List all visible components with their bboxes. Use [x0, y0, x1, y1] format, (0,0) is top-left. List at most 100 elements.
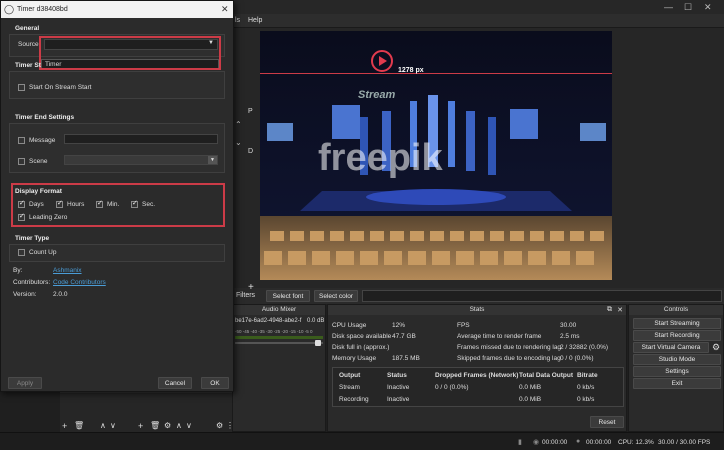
arrow-up-icon[interactable]: ∧: [176, 421, 182, 430]
timer-start-heading: Timer St: [15, 62, 41, 69]
minimize-icon[interactable]: —: [664, 2, 673, 12]
preview-canvas[interactable]: 1278 px Stream freepik: [260, 31, 612, 280]
stats-dock: Stats ⧉ ✕ CPU Usage 12% Disk space avail…: [327, 304, 627, 432]
ok-button[interactable]: OK: [201, 377, 229, 389]
highlight-box-source: [39, 36, 221, 70]
record-time: 00:00:00: [586, 439, 612, 446]
fps-value: 30.00: [560, 322, 577, 329]
close-icon[interactable]: ✕: [617, 306, 623, 314]
trash-icon[interactable]: 🗑: [74, 421, 84, 430]
reset-button[interactable]: Reset: [590, 416, 624, 428]
missed-value: 2 / 32882 (0.0%): [560, 344, 609, 351]
timer-end-group: [9, 123, 225, 173]
arrow-down-icon[interactable]: ∨: [110, 421, 116, 430]
disk-label: Disk space available: [332, 333, 392, 340]
scene-label: Scene: [29, 158, 48, 165]
chevron-down-icon[interactable]: ▼: [208, 156, 217, 164]
add-icon[interactable]: +: [62, 421, 67, 431]
select-color-button[interactable]: Select color: [314, 290, 358, 302]
arrow-down-icon[interactable]: ∨: [186, 421, 192, 430]
memory-value: 187.5 MB: [392, 355, 420, 362]
timer-dialog: Timer d38408bd ◯ ✕ General Source ▼ Time…: [0, 0, 234, 392]
author-link[interactable]: Ashmanix: [53, 267, 82, 274]
table-cell: Recording: [339, 396, 369, 403]
table-cell: Inactive: [387, 396, 410, 403]
scene-select[interactable]: ▼: [64, 155, 218, 165]
menu-bar: ls Help: [232, 14, 724, 28]
table-cell: 0.0 MiB: [519, 396, 542, 403]
volume-handle[interactable]: [315, 340, 321, 346]
add-icon[interactable]: +: [138, 421, 143, 431]
message-checkbox[interactable]: [18, 137, 25, 144]
menu-help[interactable]: Help: [248, 17, 262, 24]
count-up-checkbox[interactable]: [18, 249, 25, 256]
contributors-label: Contributors:: [13, 279, 51, 286]
audio-mixer-dock: Audio Mixer be17e-6ad2-4948-abe2-f 0.0 d…: [232, 304, 326, 432]
table-header: Output: [339, 372, 361, 379]
apply-button[interactable]: Apply: [8, 377, 42, 389]
table-cell: 0 kb/s: [577, 384, 595, 391]
table-cell: Inactive: [387, 384, 410, 391]
record-icon: ●: [576, 438, 581, 445]
close-icon[interactable]: ✕: [704, 2, 712, 13]
audio-source-name: be17e-6ad2-4948-abe2-f: [235, 318, 302, 324]
leading-zero-checkbox[interactable]: [18, 212, 25, 221]
hours-checkbox[interactable]: [56, 199, 63, 208]
trash-icon[interactable]: 🗑: [150, 421, 160, 430]
source-label: Source: [18, 41, 39, 48]
undock-icon[interactable]: ⧉: [607, 306, 612, 314]
cancel-button[interactable]: Cancel: [158, 377, 192, 389]
settings-button[interactable]: Settings: [633, 366, 721, 377]
status-bar: ▮ ◉ 00:00:00 ● 00:00:00 CPU: 12.3% 30.00…: [0, 432, 724, 450]
table-cell: 0 / 0 (0.0%): [435, 384, 469, 391]
filters-label[interactable]: Filters: [236, 292, 255, 299]
general-heading: General: [15, 25, 40, 32]
disk-full-label: Disk full in (approx.): [332, 344, 390, 351]
docks-lower: + 🗑 ∧ ∨ + 🗑 ⚙ ∧ ∨ ⚙ ⋮: [60, 392, 234, 432]
start-recording-button[interactable]: Start Recording: [633, 330, 721, 341]
maximize-icon[interactable]: ☐: [684, 2, 692, 13]
arrow-down-icon[interactable]: ⌄: [235, 138, 242, 147]
cpu-value: 12%: [392, 322, 406, 329]
table-header: Total Data Output: [519, 372, 574, 379]
timer-end-heading: Timer End Settings: [15, 114, 75, 121]
more-icon[interactable]: ⋮: [226, 421, 234, 430]
count-up-label: Count Up: [29, 249, 57, 256]
menu-tools[interactable]: ls: [235, 17, 240, 24]
gear-icon[interactable]: ⚙: [216, 421, 223, 430]
studio-mode-button[interactable]: Studio Mode: [633, 354, 721, 365]
contributors-link[interactable]: Code Contributors: [53, 279, 106, 286]
start-on-stream-checkbox[interactable]: [18, 84, 25, 91]
version-value: 2.0.0: [53, 291, 68, 298]
table-header: Status: [387, 372, 407, 379]
gear-icon[interactable]: ⚙: [164, 421, 171, 430]
text-input[interactable]: [362, 290, 722, 302]
gear-icon[interactable]: ⚙: [712, 342, 720, 353]
hours-label: Hours: [67, 201, 85, 208]
sec-label: Sec.: [142, 201, 156, 208]
days-checkbox[interactable]: [18, 199, 25, 208]
cpu-status: CPU: 12.3%: [618, 439, 654, 446]
stream-icon: ◉: [533, 439, 540, 446]
dialog-title: Timer d38408bd: [1, 1, 233, 18]
scenes-dock-edge: P D ⌃ ⌄: [232, 90, 260, 288]
render-label: Average time to render frame: [457, 333, 542, 340]
scene-checkbox[interactable]: [18, 158, 25, 165]
table-header: Bitrate: [577, 372, 598, 379]
dimension-label: 1278 px: [398, 67, 424, 74]
disk-value: 47.7 GB: [392, 333, 416, 340]
audio-slider[interactable]: [235, 342, 323, 344]
select-font-button[interactable]: Select font: [266, 290, 310, 302]
arrow-up-icon[interactable]: ⌃: [235, 120, 242, 129]
exit-button[interactable]: Exit: [633, 378, 721, 389]
start-virtual-camera-button[interactable]: Start Virtual Camera: [633, 342, 709, 353]
message-input[interactable]: [64, 134, 218, 144]
display-format-heading: Display Format: [15, 188, 62, 195]
min-checkbox[interactable]: [96, 199, 103, 208]
sec-checkbox[interactable]: [131, 199, 138, 208]
close-icon[interactable]: ✕: [221, 4, 229, 15]
start-streaming-button[interactable]: Start Streaming: [633, 318, 721, 329]
arrow-up-icon[interactable]: ∧: [100, 421, 106, 430]
add-icon[interactable]: +: [248, 282, 254, 293]
fps-label: FPS: [457, 322, 470, 329]
